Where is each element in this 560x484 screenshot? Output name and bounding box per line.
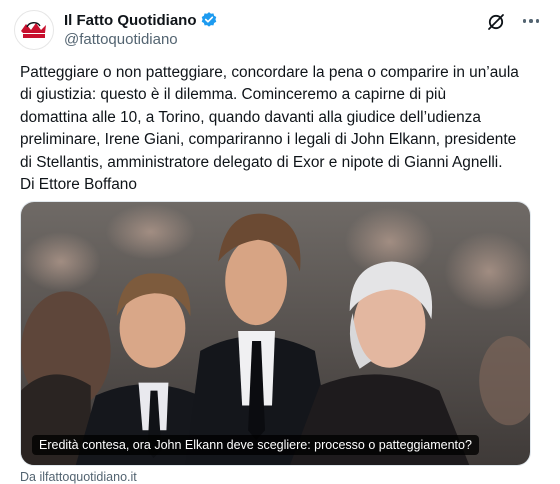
card-title[interactable]: Eredità contesa, ora John Elkann deve sc… xyxy=(32,435,479,455)
tweet-text: Patteggiare o non patteggiare, concordar… xyxy=(20,64,519,194)
verified-badge-icon xyxy=(200,11,218,29)
card-domain[interactable]: Da ilfattoquotidiano.it xyxy=(20,470,137,484)
grok-icon[interactable] xyxy=(486,12,506,32)
link-card[interactable]: Eredità contesa, ora John Elkann deve sc… xyxy=(20,201,531,466)
card-image[interactable] xyxy=(21,202,530,465)
avatar[interactable] xyxy=(14,10,54,50)
display-name[interactable]: Il Fatto Quotidiano xyxy=(64,12,196,29)
logo-icon xyxy=(21,22,46,38)
more-icon[interactable] xyxy=(516,9,546,33)
handle[interactable]: @fattoquotidiano xyxy=(64,31,178,48)
